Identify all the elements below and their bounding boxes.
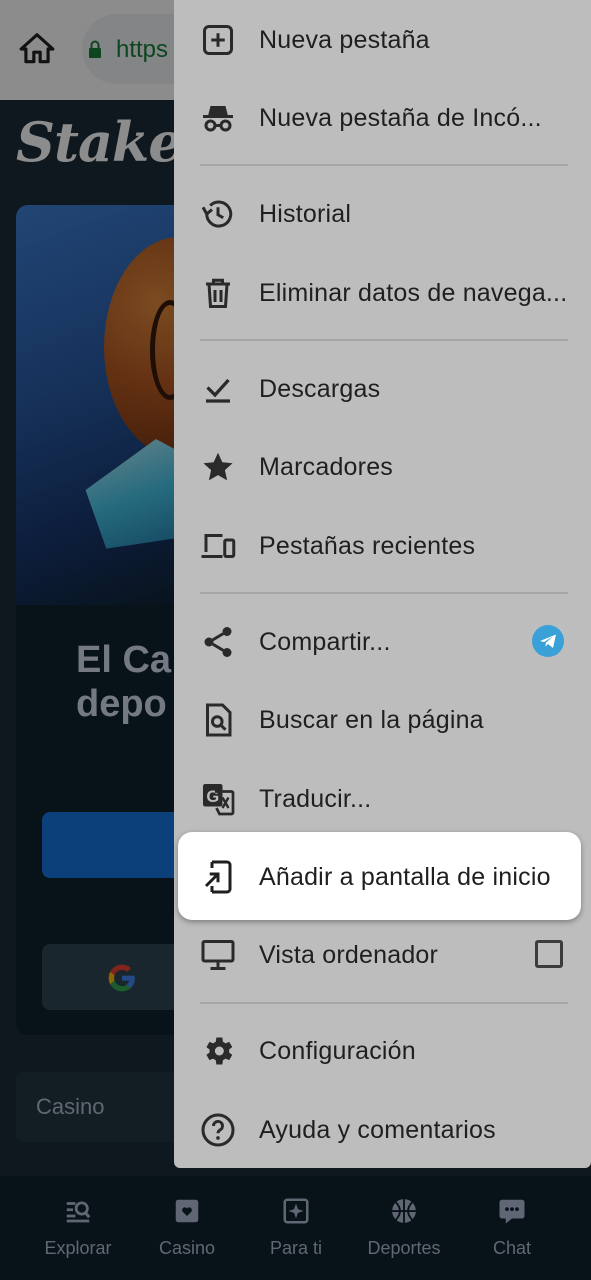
menu-item-label: Marcadores: [259, 453, 393, 481]
translate-icon: G: [200, 781, 236, 817]
menu-divider: [200, 592, 568, 594]
download-icon: [200, 371, 236, 407]
menu-item-settings[interactable]: Configuración: [174, 1012, 591, 1090]
menu-item-translate[interactable]: G Traducir...: [174, 760, 591, 838]
menu-item-label: Vista ordenador: [259, 941, 439, 969]
devices-icon: [200, 528, 236, 564]
menu-divider: [200, 1002, 568, 1004]
desktop-site-checkbox[interactable]: [535, 940, 563, 968]
history-icon: [200, 196, 236, 232]
menu-item-label: Pestañas recientes: [259, 532, 476, 560]
menu-item-label: Buscar en la página: [259, 706, 484, 734]
desktop-icon: [200, 937, 236, 973]
menu-item-label: Nueva pestaña: [259, 26, 430, 54]
help-icon: [200, 1112, 236, 1148]
menu-item-label: Compartir...: [259, 628, 391, 656]
menu-item-history[interactable]: Historial: [174, 175, 591, 253]
menu-item-label: Añadir a pantalla de inicio: [259, 863, 551, 891]
menu-divider: [200, 339, 568, 341]
menu-item-label: Eliminar datos de navega...: [259, 279, 568, 307]
share-icon: [200, 624, 236, 660]
menu-item-find-in-page[interactable]: Buscar en la página: [174, 681, 591, 759]
menu-item-clear-browsing-data[interactable]: Eliminar datos de navega...: [174, 254, 591, 332]
menu-item-recent-tabs[interactable]: Pestañas recientes: [174, 507, 591, 585]
menu-item-help-feedback[interactable]: Ayuda y comentarios: [174, 1091, 591, 1169]
menu-item-downloads[interactable]: Descargas: [174, 350, 591, 428]
new-tab-icon: [200, 22, 236, 58]
menu-item-label: Descargas: [259, 375, 381, 403]
trash-icon: [200, 275, 236, 311]
add-to-home-icon: [200, 859, 236, 895]
find-in-page-icon: [200, 702, 236, 738]
menu-item-desktop-site[interactable]: Vista ordenador: [174, 916, 591, 994]
menu-item-label: Nueva pestaña de Incó...: [259, 104, 542, 132]
menu-item-new-tab[interactable]: Nueva pestaña: [174, 1, 591, 79]
gear-icon: [200, 1033, 236, 1069]
telegram-share-icon[interactable]: [532, 625, 564, 657]
menu-item-label: Ayuda y comentarios: [259, 1116, 496, 1144]
menu-divider: [200, 164, 568, 166]
menu-item-label: Historial: [259, 200, 352, 228]
menu-item-share[interactable]: Compartir...: [174, 603, 591, 681]
menu-item-label: Traducir...: [259, 785, 372, 813]
star-icon: [200, 449, 236, 485]
menu-item-bookmarks[interactable]: Marcadores: [174, 428, 591, 506]
menu-item-add-to-home-screen[interactable]: Añadir a pantalla de inicio: [174, 838, 591, 916]
menu-item-label: Configuración: [259, 1037, 416, 1065]
incognito-icon: [200, 100, 236, 136]
menu-item-new-incognito-tab[interactable]: Nueva pestaña de Incó...: [174, 79, 591, 157]
